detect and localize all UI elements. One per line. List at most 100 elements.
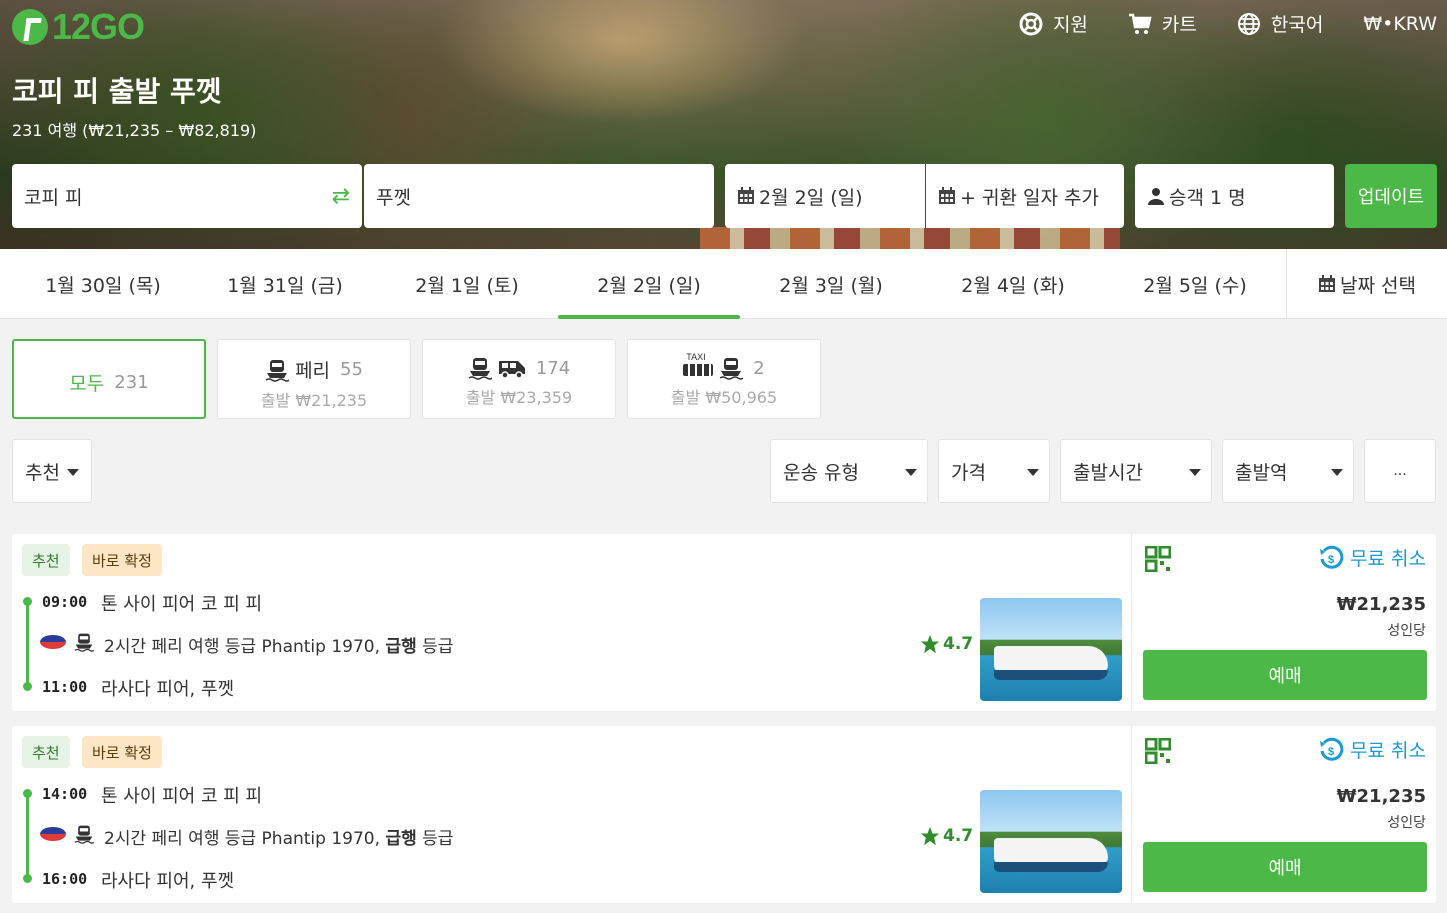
free-cancellation[interactable]: $ 무료 취소 bbox=[1318, 544, 1426, 571]
departure-stop[interactable]: 톤 사이 피어 코 피 피 bbox=[101, 782, 262, 808]
ferry-icon bbox=[265, 359, 290, 382]
instant-confirm-badge: 바로 확정 bbox=[82, 736, 162, 768]
to-value: 푸껫 bbox=[376, 186, 411, 209]
departure-stop[interactable]: 톤 사이 피어 코 피 피 bbox=[101, 590, 262, 616]
operator-logo bbox=[40, 827, 66, 841]
chevron-down-icon bbox=[1331, 469, 1343, 476]
nav-support[interactable]: 지원 bbox=[1019, 10, 1088, 37]
update-button[interactable]: 업데이트 bbox=[1345, 164, 1437, 228]
date-tab[interactable]: 2월 3일 (월) bbox=[740, 249, 922, 319]
nav-cart[interactable]: 카트 bbox=[1128, 10, 1197, 37]
chevron-down-icon bbox=[67, 469, 79, 476]
type-price: 출발 ₩50,965 bbox=[670, 388, 778, 407]
book-button[interactable]: 예매 bbox=[1143, 842, 1427, 892]
date-strip: 1월 30일 (목) 1월 31일 (금) 2월 1일 (토) 2월 2일 (일… bbox=[0, 249, 1447, 319]
swap-icon[interactable]: ⇄ bbox=[332, 184, 350, 209]
recommended-badge: 추천 bbox=[22, 544, 70, 576]
transport-type-filter[interactable]: 운송 유형 bbox=[770, 439, 928, 503]
globe-icon bbox=[1237, 12, 1260, 35]
date-value: 2월 2일 (일) bbox=[759, 186, 863, 209]
calendar-icon bbox=[738, 187, 754, 204]
nav-support-label: 지원 bbox=[1052, 14, 1088, 36]
from-value: 코피 피 bbox=[24, 186, 83, 209]
page-subtitle: 231 여행 (₩21,235 – ₩82,819) bbox=[12, 121, 257, 140]
to-field[interactable]: 푸껫 bbox=[364, 164, 714, 228]
sort-dropdown[interactable]: 추천 bbox=[12, 439, 92, 503]
nav-currency-label: ₩•KRW bbox=[1363, 12, 1437, 35]
arrival-time: 11:00 bbox=[42, 678, 88, 696]
nav-currency[interactable]: ₩•KRW bbox=[1363, 13, 1437, 35]
arrival-stop[interactable]: 라사다 피어, 푸껫 bbox=[101, 867, 234, 893]
type-count: 231 bbox=[114, 372, 149, 393]
van-icon bbox=[498, 361, 525, 379]
filter-label: 가격 bbox=[951, 461, 986, 484]
type-card-taxi-ferry[interactable]: TAXI 2 출발 ₩50,965 bbox=[627, 339, 821, 419]
recommended-badge: 추천 bbox=[22, 736, 70, 768]
rating[interactable]: 4.7 bbox=[920, 826, 973, 846]
type-card-ferry-van[interactable]: 174 출발 ₩23,359 bbox=[422, 339, 616, 419]
calendar-icon bbox=[1319, 275, 1336, 292]
svg-text:$: $ bbox=[1328, 554, 1334, 566]
type-count: 55 bbox=[340, 359, 363, 380]
logo-mark-icon bbox=[12, 9, 48, 45]
passengers-field[interactable]: 승객 1 명 bbox=[1135, 164, 1334, 228]
type-price: 출발 ₩21,235 bbox=[260, 391, 368, 410]
ferry-icon bbox=[468, 358, 492, 380]
person-icon bbox=[1148, 188, 1164, 205]
departure-time: 09:00 bbox=[42, 593, 88, 611]
trip-card[interactable]: 추천 바로 확정 09:00 톤 사이 피어 코 피 피 2시간 페리 여행 등… bbox=[12, 534, 1436, 711]
trip-card[interactable]: 추천 바로 확정 14:00 톤 사이 피어 코 피 피 2시간 페리 여행 등… bbox=[12, 726, 1436, 903]
departure-time-filter[interactable]: 출발시간 bbox=[1060, 439, 1212, 503]
price-filter[interactable]: 가격 bbox=[938, 439, 1050, 503]
type-card-ferry[interactable]: 페리 55 출발 ₩21,235 bbox=[217, 339, 411, 419]
instant-confirm-badge: 바로 확정 bbox=[82, 544, 162, 576]
svg-text:$: $ bbox=[1328, 746, 1334, 758]
nav-language[interactable]: 한국어 bbox=[1237, 10, 1323, 37]
trip-price: ₩21,235 bbox=[1336, 786, 1426, 807]
qr-code-icon bbox=[1145, 546, 1171, 572]
cart-icon bbox=[1128, 13, 1152, 34]
type-label: 모두 bbox=[69, 373, 105, 395]
refund-icon: $ bbox=[1320, 545, 1344, 569]
free-cancellation[interactable]: $ 무료 취소 bbox=[1318, 736, 1426, 763]
type-label: 페리 bbox=[295, 360, 331, 382]
chevron-down-icon bbox=[1027, 469, 1039, 476]
type-price: 출발 ₩23,359 bbox=[465, 388, 573, 407]
page-title: 코피 피 출발 푸껫 bbox=[12, 75, 222, 108]
trip-description: 2시간 페리 여행 등급 Phantip 1970, 급행 등급 bbox=[104, 637, 454, 657]
rating[interactable]: 4.7 bbox=[920, 634, 973, 654]
nav-cart-label: 카트 bbox=[1161, 14, 1197, 36]
book-button[interactable]: 예매 bbox=[1143, 650, 1427, 700]
date-tab[interactable]: 2월 1일 (토) bbox=[376, 249, 558, 319]
type-count: 2 bbox=[753, 357, 765, 379]
trip-description: 2시간 페리 여행 등급 Phantip 1970, 급행 등급 bbox=[104, 829, 454, 849]
date-tab-active[interactable]: 2월 2일 (일) bbox=[558, 249, 740, 319]
passengers-value: 승객 1 명 bbox=[1169, 186, 1246, 209]
taxi-icon: TAXI bbox=[683, 352, 714, 380]
lifebuoy-icon bbox=[1019, 12, 1043, 35]
departure-station-filter[interactable]: 출발역 bbox=[1222, 439, 1354, 503]
return-date-field[interactable]: + 귀환 일자 추가 bbox=[926, 164, 1124, 228]
date-tab[interactable]: 1월 30일 (목) bbox=[12, 249, 194, 319]
ferry-icon bbox=[719, 358, 744, 380]
from-field[interactable]: 코피 피 ⇄ bbox=[12, 164, 362, 228]
more-filters-button[interactable]: ... bbox=[1364, 439, 1436, 503]
arrival-time: 16:00 bbox=[42, 870, 88, 888]
date-picker-button[interactable]: 날짜 선택 bbox=[1286, 249, 1447, 319]
date-tab[interactable]: 1월 31일 (금) bbox=[194, 249, 376, 319]
arrival-stop[interactable]: 라사다 피어, 푸껫 bbox=[101, 675, 234, 701]
date-tab[interactable]: 2월 4일 (화) bbox=[922, 249, 1104, 319]
price-per-adult: 성인당 bbox=[1387, 623, 1426, 639]
operator-logo bbox=[40, 635, 66, 649]
logo[interactable]: 12GO bbox=[12, 6, 145, 48]
type-count: 174 bbox=[535, 357, 571, 379]
vessel-photo[interactable] bbox=[980, 790, 1122, 893]
date-field[interactable]: 2월 2일 (일) bbox=[725, 164, 925, 228]
calendar-icon bbox=[939, 187, 955, 204]
date-tab[interactable]: 2월 5일 (수) bbox=[1104, 249, 1286, 319]
filter-label: 출발역 bbox=[1235, 461, 1288, 484]
vessel-photo[interactable] bbox=[980, 598, 1122, 701]
type-card-all[interactable]: 모두 231 bbox=[12, 339, 206, 419]
filter-label: 운송 유형 bbox=[783, 461, 859, 484]
logo-text: 12GO bbox=[52, 6, 145, 47]
